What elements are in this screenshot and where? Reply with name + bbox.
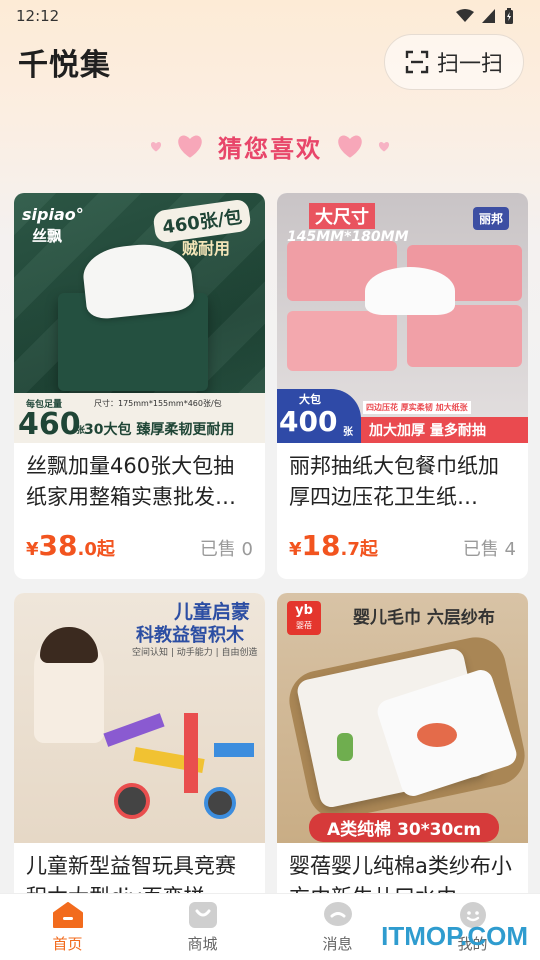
price-row: ¥18.7起 已售 4 [277, 513, 528, 562]
status-bar: 12:12 [0, 0, 540, 32]
product-card[interactable]: 儿童启蒙 科教益智积木 空间认知 | 动手能力 | 自由创造 儿童新型益智玩具竞… [14, 593, 265, 933]
headline-label-2: 科教益智积木 [136, 625, 244, 646]
tab-shop[interactable]: 商城 [135, 894, 270, 960]
towel-print [337, 733, 353, 761]
brand-label-cn: 丝飘 [32, 227, 63, 245]
brand-logo: yb 婴蓓 [287, 601, 321, 635]
price-suffix: 起 [96, 539, 115, 560]
banner-text: 30大包 臻厚柔韧更耐用 [84, 422, 235, 438]
bottom-tab-bar: 首页 商城 消息 我的 ITMOP.COM [0, 893, 540, 960]
message-icon [323, 901, 352, 926]
sold-count: 已售 0 [199, 539, 253, 560]
feature-tags: 空间认知 | 动手能力 | 自由创造 [132, 648, 258, 658]
small-heart-icon [378, 141, 390, 151]
section-title: 猜您喜欢 [218, 134, 322, 163]
price-decimal: .7 [340, 539, 360, 560]
price-suffix: 起 [359, 539, 378, 560]
size-note: 尺寸：175mm*155mm*460张/包 [94, 399, 222, 408]
price-integer: 18 [301, 529, 341, 562]
tab-label: 消息 [322, 934, 353, 953]
headline-label: 儿童启蒙 [174, 601, 251, 623]
heart-icon [338, 135, 362, 158]
product-grid: sipiao° 丝飘 460张/包 贼耐用 尺寸：175mm*155mm*460… [14, 193, 528, 933]
wifi-icon [456, 9, 474, 22]
watermark: ITMOP.COM [381, 921, 528, 951]
product-title: 丝飘加量460张大包抽纸家用整箱实惠批发… [26, 454, 236, 509]
home-icon [52, 901, 83, 928]
status-icons [456, 8, 514, 24]
heart-icon [178, 135, 202, 158]
product-card[interactable]: yb 婴蓓 婴儿毛巾 六层纱布 A类纯棉 30*30cm 婴蓓婴儿纯棉a类纱布小… [277, 593, 528, 933]
section-heading: 猜您喜欢 [0, 124, 540, 168]
count-unit: 张 [343, 427, 353, 438]
brand-label: 丽邦 [473, 207, 510, 230]
price-currency: ¥ [289, 539, 302, 560]
product-card[interactable]: sipiao° 丝飘 460张/包 贼耐用 尺寸：175mm*155mm*460… [14, 193, 265, 579]
battery-icon [505, 8, 513, 24]
tab-home[interactable]: 首页 [0, 894, 135, 960]
price-currency: ¥ [26, 539, 39, 560]
towel-print [417, 723, 457, 747]
price-row: ¥38.0起 已售 0 [14, 513, 265, 562]
product-price: ¥18.7起 [289, 529, 378, 562]
feature-tag: 四边压花 厚实柔韧 加大纸张 [363, 401, 471, 414]
badge-label-2: 贼耐用 [182, 239, 231, 258]
scan-button[interactable]: 扫一扫 [384, 34, 524, 90]
small-heart-icon [150, 141, 162, 151]
dimensions-label: 145MM*180MM [287, 229, 409, 245]
tissue-sheet [365, 267, 455, 315]
brand-logo-text: yb [295, 603, 313, 618]
count-value: 400 [279, 405, 338, 438]
tissue-pack [287, 311, 397, 371]
brand-logo-cn: 婴蓓 [296, 621, 312, 630]
price-decimal: .0 [77, 539, 97, 560]
product-image: 儿童启蒙 科教益智积木 空间认知 | 动手能力 | 自由创造 [14, 593, 265, 843]
product-image: sipiao° 丝飘 460张/包 贼耐用 尺寸：175mm*155mm*460… [14, 193, 265, 443]
status-time: 12:12 [16, 7, 60, 25]
product-image: 大尺寸 145MM*180MM 丽邦 大包 400 张 四边压花 厚实柔韧 加大… [277, 193, 528, 443]
product-card[interactable]: 大尺寸 145MM*180MM 丽邦 大包 400 张 四边压花 厚实柔韧 加大… [277, 193, 528, 579]
tab-label: 商城 [187, 934, 218, 953]
sold-count: 已售 4 [462, 539, 516, 560]
toy-blocks [94, 703, 254, 823]
product-title: 丽邦抽纸大包餐巾纸加厚四边压花卫生纸… [289, 454, 499, 509]
app-header: 千悦集 扫一扫 [0, 32, 540, 92]
scan-icon [405, 50, 429, 74]
brand-label: sipiao° [22, 205, 84, 224]
child-hair [40, 627, 98, 663]
banner-text: A类纯棉 30*30cm [309, 813, 500, 842]
shop-icon [188, 901, 217, 928]
tab-label: 首页 [52, 934, 83, 953]
price-integer: 38 [38, 529, 78, 562]
headline-label: 大尺寸 [309, 203, 375, 229]
scan-label: 扫一扫 [436, 52, 503, 77]
signal-icon [482, 9, 495, 23]
banner-text: 加大加厚 量多耐抽 [369, 423, 486, 439]
product-image: yb 婴蓓 婴儿毛巾 六层纱布 A类纯棉 30*30cm [277, 593, 528, 843]
app-title: 千悦集 [18, 48, 111, 83]
headline-label: 婴儿毛巾 六层纱布 [353, 608, 495, 628]
count-value: 460 [18, 407, 81, 442]
product-price: ¥38.0起 [26, 529, 115, 562]
